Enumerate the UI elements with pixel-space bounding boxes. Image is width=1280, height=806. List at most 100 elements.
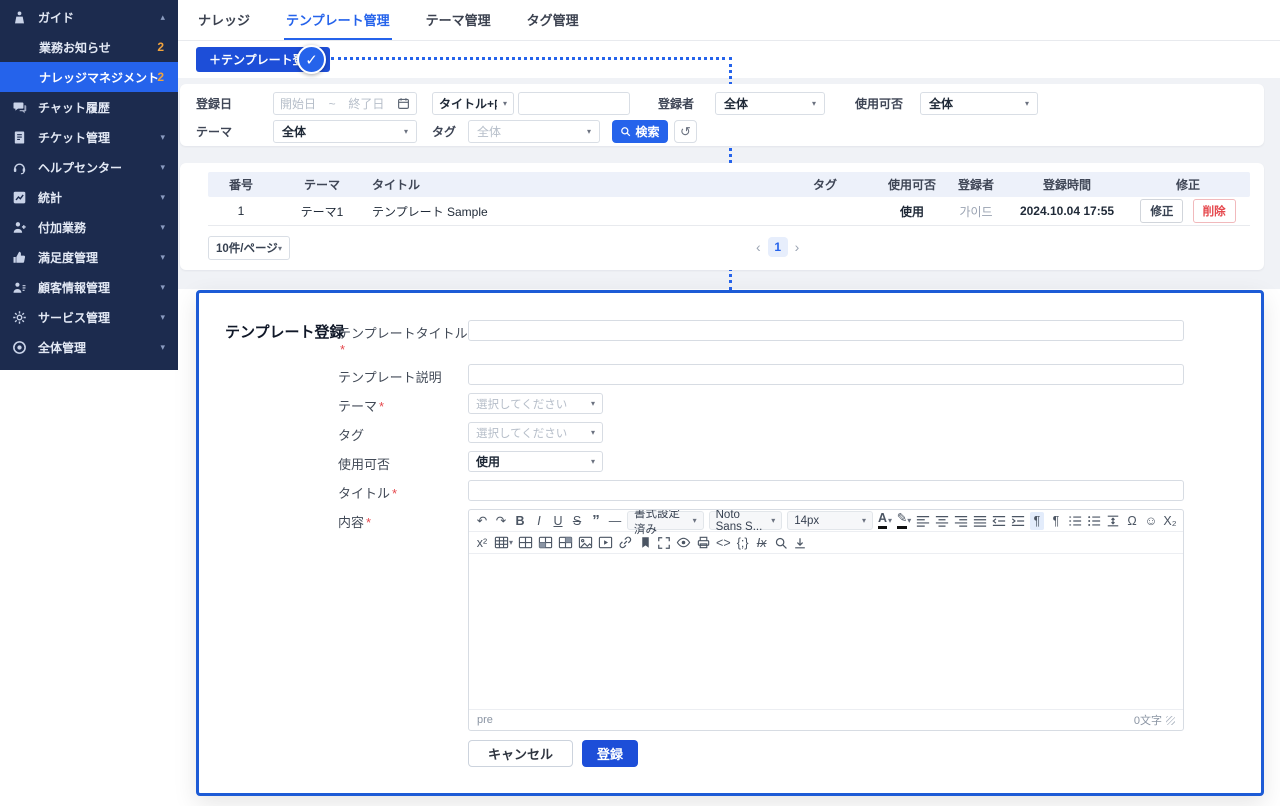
field-label-content: 内容* <box>338 509 468 531</box>
page-size-select[interactable]: 10件/ページ ▾ <box>208 236 290 260</box>
sidebar-item-service-management[interactable]: サービス管理 ▾ <box>0 302 178 332</box>
redo-icon[interactable]: ↷ <box>494 512 508 530</box>
bookmark-icon[interactable] <box>638 534 652 552</box>
rich-text-editor: ↶ ↷ B I U S ” — 書式設定済み ▾ Noto Sans S... … <box>468 509 1184 731</box>
code-block-icon[interactable]: {;} <box>736 534 750 552</box>
availability-select[interactable]: 全体 ▾ <box>920 92 1038 115</box>
find-replace-icon[interactable] <box>774 534 788 552</box>
keyword-input[interactable] <box>518 92 630 115</box>
special-character-icon[interactable]: Ω <box>1125 512 1139 530</box>
link-icon[interactable] <box>618 534 633 552</box>
date-range-input[interactable]: 開始日 ~ 終了日 <box>273 92 417 115</box>
page-size-value: 10件/ページ <box>216 240 278 256</box>
availability-select-value: 使用 <box>476 453 500 470</box>
registrant-select[interactable]: 全体 ▾ <box>715 92 825 115</box>
emoticon-icon[interactable]: ☺ <box>1144 512 1158 530</box>
code-view-icon[interactable]: <> <box>716 534 731 552</box>
sidebar-item-satisfaction-management[interactable]: 満足度管理 ▾ <box>0 242 178 272</box>
align-center-icon[interactable] <box>935 512 949 530</box>
theme-select[interactable]: 全体 ▾ <box>273 120 417 143</box>
sidebar-item-global-management[interactable]: 全体管理 ▾ <box>0 332 178 362</box>
outdent-icon[interactable] <box>992 512 1006 530</box>
strikethrough-icon[interactable]: S <box>570 512 584 530</box>
title-input[interactable] <box>468 480 1184 501</box>
unordered-list-icon[interactable] <box>1087 512 1101 530</box>
tab-template-management[interactable]: テンプレート管理 <box>284 10 392 40</box>
template-desc-input[interactable] <box>468 364 1184 385</box>
table-header-row: 番号 テーマ タイトル タグ 使用可否 登録者 登録時間 修正 <box>208 172 1250 197</box>
underline-icon[interactable]: U <box>551 512 565 530</box>
tag-select-modal[interactable]: 選択してください ▾ <box>468 422 603 443</box>
sidebar-item-notice[interactable]: 業務お知らせ 2 <box>0 32 178 62</box>
search-type-select[interactable]: タイトル+内容 ▾ <box>432 92 514 115</box>
clear-format-icon[interactable]: Ix <box>755 534 769 552</box>
font-size-value: 14px <box>794 515 819 527</box>
superscript-icon[interactable]: x² <box>475 534 489 552</box>
paragraph-rtl-icon[interactable]: ¶ <box>1030 512 1044 530</box>
table-insert-icon[interactable]: ▾ <box>494 534 513 552</box>
end-date-placeholder: 終了日 <box>348 95 384 112</box>
reset-button[interactable]: ↺ <box>674 120 697 143</box>
italic-icon[interactable]: I <box>532 512 546 530</box>
submit-button[interactable]: 登録 <box>582 740 638 767</box>
tag-select[interactable]: 全体 ▾ <box>468 120 600 143</box>
video-icon[interactable] <box>598 534 613 552</box>
tab-theme-management[interactable]: テーマ管理 <box>424 10 493 40</box>
edit-button[interactable]: 修正 <box>1140 199 1183 223</box>
page-number[interactable]: 1 <box>768 237 788 257</box>
sidebar-item-statistics[interactable]: 統計 ▾ <box>0 182 178 212</box>
tag-filter-label: タグ <box>432 123 468 140</box>
subscript-icon[interactable]: X₂ <box>1163 512 1177 530</box>
sidebar-item-guide[interactable]: ガイド ▴ <box>0 2 178 32</box>
image-icon[interactable] <box>578 534 593 552</box>
sidebar-item-additional-work[interactable]: 付加業務 ▾ <box>0 212 178 242</box>
sidebar-item-knowledge-management[interactable]: ナレッジマネジメント 2 <box>0 62 178 92</box>
format-select[interactable]: 書式設定済み ▾ <box>627 511 704 530</box>
calendar-icon[interactable] <box>397 97 410 110</box>
preview-icon[interactable] <box>676 534 691 552</box>
cancel-button[interactable]: キャンセル <box>468 740 573 767</box>
sidebar-item-ticket-management[interactable]: チケット管理 ▾ <box>0 122 178 152</box>
undo-icon[interactable]: ↶ <box>475 512 489 530</box>
sidebar-item-help-center[interactable]: ヘルプセンター ▾ <box>0 152 178 182</box>
search-button[interactable]: 検索 <box>612 120 668 143</box>
chevron-down-icon: ▾ <box>160 312 165 323</box>
sidebar-item-chat-history[interactable]: チャット履歴 <box>0 92 178 122</box>
delete-button[interactable]: 削除 <box>1193 199 1236 223</box>
next-page-icon[interactable]: › <box>795 239 800 255</box>
font-color-icon[interactable]: A▾ <box>878 512 892 530</box>
bold-icon[interactable]: B <box>513 512 527 530</box>
line-height-icon[interactable] <box>1106 512 1120 530</box>
table-row[interactable]: 1 テーマ1 テンプレート Sample 使用 가이드 2024.10.04 1… <box>208 197 1250 226</box>
availability-select-modal[interactable]: 使用 ▾ <box>468 451 603 472</box>
font-size-select[interactable]: 14px ▾ <box>787 511 873 530</box>
horizontal-rule-icon[interactable]: — <box>608 512 622 530</box>
tab-tag-management[interactable]: タグ管理 <box>525 10 581 40</box>
fullscreen-icon[interactable] <box>657 534 671 552</box>
indent-icon[interactable] <box>1011 512 1025 530</box>
download-icon[interactable] <box>793 534 807 552</box>
highlight-color-icon[interactable]: ✎▾ <box>897 512 911 530</box>
print-icon[interactable] <box>696 534 711 552</box>
editor-toolbar-row-1: ↶ ↷ B I U S ” — 書式設定済み ▾ Noto Sans S... … <box>469 510 1183 532</box>
chevron-down-icon: ▾ <box>160 132 165 143</box>
sidebar-item-customer-info-management[interactable]: 顧客情報管理 ▾ <box>0 272 178 302</box>
align-left-icon[interactable] <box>916 512 930 530</box>
align-right-icon[interactable] <box>954 512 968 530</box>
merge-cells-icon[interactable] <box>558 534 573 552</box>
ordered-list-icon[interactable] <box>1068 512 1082 530</box>
sidebar-item-label: 付加業務 <box>38 219 86 236</box>
theme-select-modal[interactable]: 選択してください ▾ <box>468 393 603 414</box>
editor-content[interactable] <box>469 554 1183 709</box>
blockquote-icon[interactable]: ” <box>589 512 603 530</box>
prev-page-icon[interactable]: ‹ <box>756 239 761 255</box>
chevron-down-icon: ▾ <box>1025 99 1029 108</box>
template-title-input[interactable] <box>468 320 1184 341</box>
tab-knowledge[interactable]: ナレッジ <box>196 10 252 40</box>
align-justify-icon[interactable] <box>973 512 987 530</box>
table-properties-icon[interactable] <box>518 534 533 552</box>
resize-handle[interactable] <box>1166 716 1175 725</box>
table-cell-properties-icon[interactable] <box>538 534 553 552</box>
paragraph-ltr-icon[interactable]: ¶ <box>1049 512 1063 530</box>
font-family-select[interactable]: Noto Sans S... ▾ <box>709 511 783 530</box>
